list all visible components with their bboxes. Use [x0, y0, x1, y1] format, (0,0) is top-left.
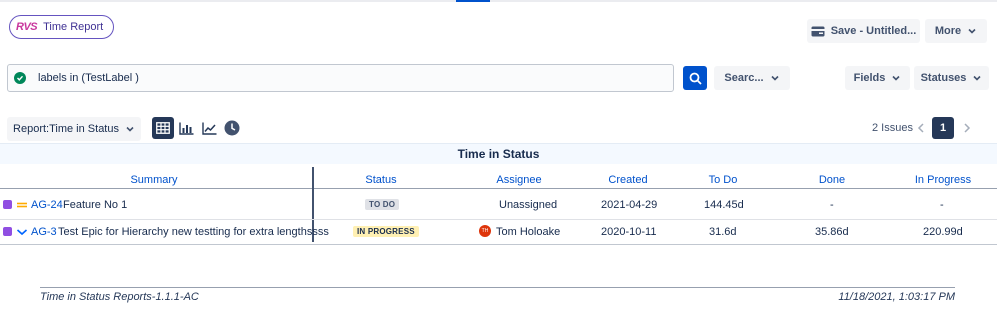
card-icon [811, 26, 825, 36]
issue-key-link[interactable]: AG-24 [31, 199, 63, 211]
table-title: Time in Status [0, 143, 997, 164]
more-button[interactable]: More [925, 19, 987, 43]
page-1-button[interactable]: 1 [932, 117, 954, 139]
grid-icon [156, 122, 170, 134]
search-icon [689, 72, 702, 85]
issues-count: 2 Issues [872, 122, 913, 134]
active-tab-indicator [456, 0, 490, 2]
header-divider [0, 188, 997, 189]
chevron-down-icon [973, 75, 981, 81]
search-mode-label: Searc... [724, 72, 764, 84]
chevron-down-icon [892, 75, 900, 81]
assignee-name: Tom Holoake [496, 226, 561, 238]
column-header-status[interactable]: Status [351, 174, 411, 186]
todo-time: 144.45d [704, 199, 744, 211]
table-row: AG-3 Test Epic for Hierarchy new testtin… [0, 219, 997, 245]
priority-medium-icon [17, 202, 27, 208]
chevron-down-icon [770, 75, 779, 81]
statuses-label: Statuses [920, 72, 967, 84]
line-chart-view-button[interactable] [198, 117, 220, 139]
query-input[interactable]: labels in (TestLabel ) [7, 64, 674, 92]
column-header-summary[interactable]: Summary [124, 174, 184, 186]
column-header-assignee[interactable]: Assignee [489, 174, 549, 186]
avatar: TH [479, 225, 491, 237]
app-brand-button[interactable]: RVS Time Report [9, 15, 115, 39]
fields-label: Fields [853, 72, 886, 84]
done-time: - [830, 199, 834, 211]
issue-summary: Feature No 1 [63, 199, 128, 211]
app-name: Time Report [43, 21, 104, 33]
status-badge: IN PROGRESS [353, 226, 419, 237]
more-button-label: More [934, 25, 962, 37]
next-page-button[interactable] [960, 117, 974, 139]
todo-time: 31.6d [709, 226, 737, 238]
chevron-down-icon [968, 28, 976, 34]
previous-page-button[interactable] [914, 117, 928, 139]
report-type-label: Report:Time in Status [13, 123, 119, 135]
report-type-dropdown[interactable]: Report:Time in Status [7, 117, 141, 141]
status-badge: TO DO [365, 199, 400, 210]
column-header-in-progress[interactable]: In Progress [908, 174, 978, 186]
app-version: Time in Status Reports-1.1.1-AC [40, 291, 199, 303]
line-chart-icon [201, 122, 216, 135]
bar-chart-view-button[interactable] [175, 117, 197, 139]
statuses-dropdown[interactable]: Statuses [914, 66, 989, 90]
save-button-label: Save - Untitled... [830, 25, 917, 37]
in-progress-time: - [940, 199, 944, 211]
grid-view-button[interactable] [152, 117, 174, 139]
report-timestamp: 11/18/2021, 1:03:17 PM [838, 291, 955, 303]
time-view-button[interactable] [221, 117, 243, 139]
app-logo: RVS [16, 21, 38, 33]
column-header-todo[interactable]: To Do [693, 174, 753, 186]
done-time: 35.86d [815, 226, 849, 238]
column-header-done[interactable]: Done [802, 174, 862, 186]
top-divider [0, 0, 997, 2]
chevron-right-icon [964, 123, 971, 133]
column-header-created[interactable]: Created [598, 174, 658, 186]
chevron-left-icon [917, 123, 924, 133]
created-date: 2021-04-29 [601, 199, 658, 211]
search-mode-dropdown[interactable]: Searc... [714, 66, 790, 90]
issue-key-link[interactable]: AG-3 [31, 226, 57, 238]
fields-dropdown[interactable]: Fields [845, 66, 910, 90]
assignee-name: Unassigned [499, 199, 558, 211]
bar-chart-icon [178, 122, 193, 135]
priority-low-icon [16, 229, 28, 236]
created-date: 2020-10-11 [601, 226, 657, 238]
issue-summary: Test Epic for Hierarchy new testting for… [58, 226, 329, 238]
valid-query-icon [14, 72, 26, 84]
save-button[interactable]: Save - Untitled... [807, 19, 920, 43]
query-value: labels in (TestLabel ) [38, 72, 139, 84]
search-button[interactable] [683, 66, 707, 90]
table-row: AG-24 Feature No 1 TO DO Unassigned 2021… [0, 193, 997, 219]
epic-type-icon [3, 200, 12, 209]
in-progress-time: 220.99d [923, 226, 963, 238]
clock-icon [224, 120, 240, 136]
epic-type-icon [3, 227, 12, 236]
chevron-down-icon [126, 126, 134, 132]
footer-divider [40, 287, 955, 288]
